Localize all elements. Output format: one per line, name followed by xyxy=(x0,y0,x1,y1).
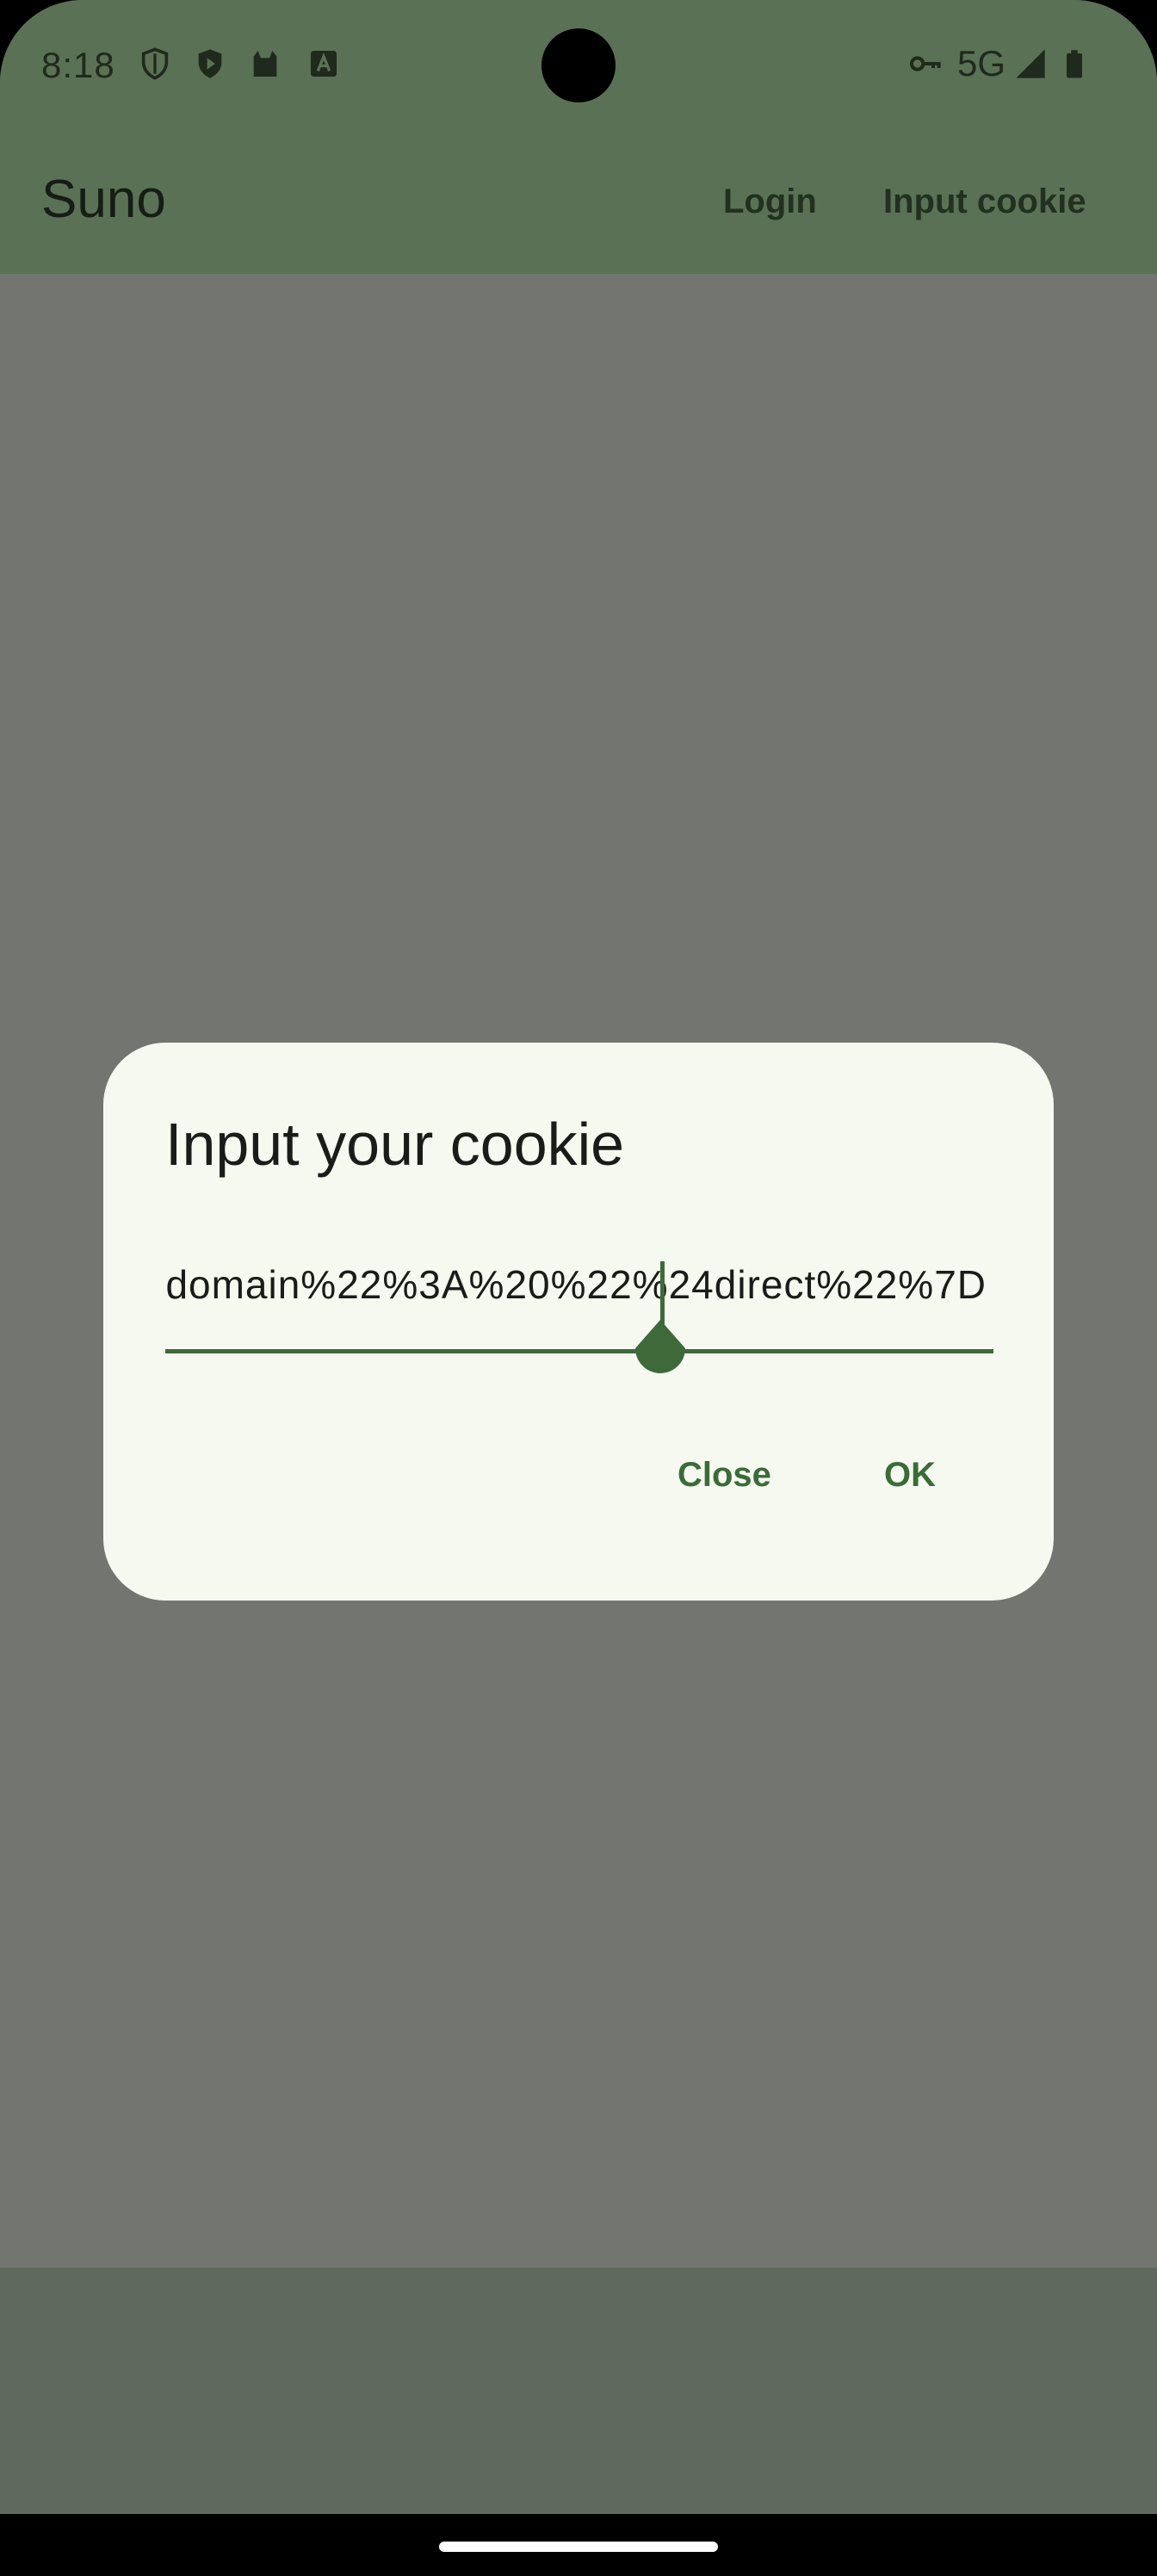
bottom-bar xyxy=(0,2268,1157,2514)
status-time: 8:18 xyxy=(41,45,115,85)
shield-play-icon xyxy=(198,49,222,78)
battery-icon xyxy=(1067,50,1082,78)
close-button[interactable]: Close xyxy=(677,1456,771,1495)
cookie-input-underline xyxy=(165,1349,993,1353)
gesture-navigation-handle[interactable] xyxy=(439,2542,718,2552)
status-bar: 8:18 5G xyxy=(0,0,1157,131)
text-selection-handle[interactable] xyxy=(632,1320,689,1377)
input-cookie-dialog: Input your cookie domain%22%3A%20%22%24d… xyxy=(103,1043,1054,1601)
app-bar: Suno Login Input cookie xyxy=(0,131,1157,274)
network-type: 5G xyxy=(957,43,1006,84)
login-button[interactable]: Login xyxy=(723,183,817,221)
shield-outline-icon xyxy=(141,47,169,80)
cookie-input[interactable]: domain%22%3A%20%22%24direct%22%7D xyxy=(165,1258,993,1327)
input-cookie-button[interactable]: Input cookie xyxy=(883,183,1086,221)
font-a-icon xyxy=(311,51,337,77)
front-camera xyxy=(541,28,616,102)
cookie-input-value: domain%22%3A%20%22%24direct%22%7D xyxy=(165,1262,987,1307)
vpn-key-icon xyxy=(910,56,941,71)
screen: 8:18 5G Suno Login Input cookie Input yo… xyxy=(0,0,1157,2514)
dialog-title: Input your cookie xyxy=(165,1111,625,1178)
ok-button[interactable]: OK xyxy=(884,1456,936,1495)
signal-icon xyxy=(1016,49,1045,78)
app-title: Suno xyxy=(41,170,166,229)
cat-icon xyxy=(253,51,277,77)
